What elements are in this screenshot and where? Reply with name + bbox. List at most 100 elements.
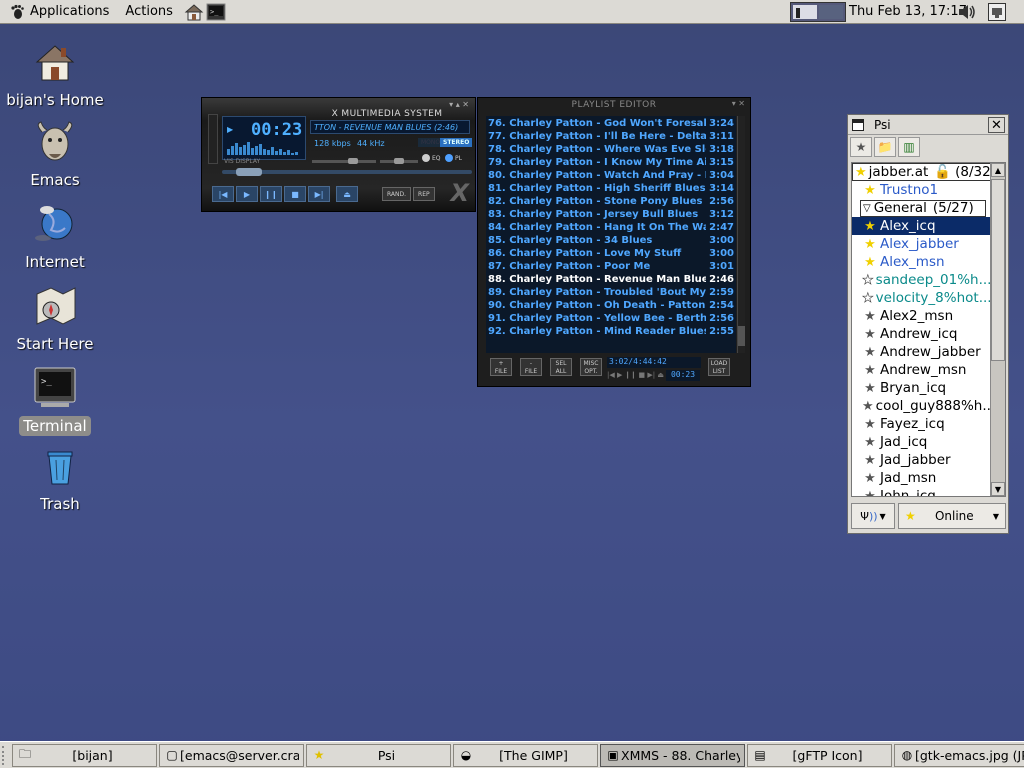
contact-row[interactable]: ★ cool_guy888%h...: [852, 397, 991, 415]
contact-row[interactable]: ★ Andrew_msn: [852, 361, 991, 379]
psi-window[interactable]: Psi ✕ ★ 📁 ▥ ★ jabber.at 🔓 (8/32 ★ Trustn…: [847, 114, 1009, 534]
misc-options-button[interactable]: MISC OPT.: [580, 358, 602, 376]
desktop-icon-start-here[interactable]: Start Here: [0, 282, 110, 354]
workspace-1[interactable]: [793, 5, 817, 19]
contact-row[interactable]: ★ velocity_8%hot...: [852, 289, 991, 307]
playlist-row[interactable]: 79. Charley Patton - I Know My Time Ain'…: [486, 156, 736, 169]
add-contact-button[interactable]: 📁: [874, 137, 896, 157]
playlist-row[interactable]: 81. Charley Patton - High Sheriff Blues 3…: [486, 182, 736, 195]
close-button[interactable]: ✕: [988, 117, 1005, 133]
playlist-row[interactable]: 84. Charley Patton - Hang It On The Wall…: [486, 221, 736, 234]
psi-titlebar[interactable]: Psi ✕: [848, 115, 1008, 135]
xmms-time[interactable]: 00:23: [251, 120, 302, 140]
contact-roster[interactable]: ★ jabber.at 🔓 (8/32 ★ Trustno1 ▽ General…: [851, 162, 1006, 497]
desktop-icon-home[interactable]: bijan's Home: [0, 38, 110, 110]
pause-button[interactable]: ❙❙: [260, 186, 282, 202]
playlist-row[interactable]: 86. Charley Patton - Love My Stuff 3:00: [486, 247, 736, 260]
contact-row[interactable]: ★ Bryan_icq: [852, 379, 991, 397]
previous-button[interactable]: |◀: [212, 186, 234, 202]
home-launcher-icon[interactable]: [183, 1, 205, 23]
next-button[interactable]: ▶|: [308, 186, 330, 202]
workspace-switcher[interactable]: [790, 2, 846, 22]
contact-row[interactable]: ★ Trustno1: [852, 181, 991, 199]
playlist-list[interactable]: 76. Charley Patton - God Won't Foresake …: [486, 116, 736, 353]
add-file-button[interactable]: + FILE: [490, 358, 512, 376]
contact-row[interactable]: ★ Alex2_msn: [852, 307, 991, 325]
playlist-row[interactable]: 92. Charley Patton - Mind Reader Blues -…: [486, 325, 736, 338]
desktop-icon-trash[interactable]: Trash: [5, 442, 115, 514]
playlist-mini-controls[interactable]: |◀ ▶ ❙❙ ■ ▶| ⏏: [607, 371, 664, 379]
seek-bar[interactable]: [222, 168, 472, 176]
balance-slider[interactable]: [380, 158, 418, 164]
play-button[interactable]: ▶: [236, 186, 258, 202]
desktop-icon-emacs[interactable]: Emacs: [0, 118, 110, 190]
shuffle-button[interactable]: RAND.: [382, 187, 412, 201]
playlist-row[interactable]: 83. Charley Patton - Jersey Bull Blues 3:…: [486, 208, 736, 221]
network-monitor-icon[interactable]: [988, 3, 1006, 21]
events-button[interactable]: ▥: [898, 137, 920, 157]
clock[interactable]: Thu Feb 13, 17:17: [849, 4, 967, 19]
contact-row[interactable]: ★ Alex_jabber: [852, 235, 991, 253]
show-offline-button[interactable]: ★: [850, 137, 872, 157]
taskbar-button[interactable]: ▢ [emacs@server.cras: [159, 743, 304, 767]
volume-slider[interactable]: [312, 158, 376, 164]
psi-main-menu-button[interactable]: Ψ)) ▼: [851, 503, 895, 529]
volume-knob[interactable]: [348, 158, 358, 164]
terminal-launcher-icon[interactable]: >_: [205, 1, 227, 23]
taskbar-button[interactable]: ★ Psi: [306, 743, 451, 767]
contact-row[interactable]: ★ Fayez_icq: [852, 415, 991, 433]
playlist-row[interactable]: 80. Charley Patton - Watch And Pray - De…: [486, 169, 736, 182]
playlist-scrollbar[interactable]: [737, 116, 745, 353]
contact-row[interactable]: ★ Andrew_jabber: [852, 343, 991, 361]
playlist-row[interactable]: 76. Charley Patton - God Won't Foresake …: [486, 117, 736, 130]
playlist-row[interactable]: 89. Charley Patton - Troubled 'Bout My M…: [486, 286, 736, 299]
applications-menu[interactable]: Applications: [0, 0, 117, 24]
contact-row[interactable]: ★ Andrew_icq: [852, 325, 991, 343]
contact-row[interactable]: ★ Jad_jabber: [852, 451, 991, 469]
actions-menu[interactable]: Actions: [117, 0, 181, 24]
group-row[interactable]: ▽ General (5/27): [852, 199, 991, 217]
desktop-icon-terminal[interactable]: >_ Terminal: [0, 364, 110, 436]
balance-knob[interactable]: [394, 158, 404, 164]
contact-row[interactable]: ★ John_icq: [852, 487, 991, 496]
status-selector[interactable]: ★ Online ▼: [898, 503, 1006, 529]
song-ticker[interactable]: TTON - REVENUE MAN BLUES (2:46): [310, 120, 470, 134]
select-all-button[interactable]: SEL ALL: [550, 358, 572, 376]
xmms-window-buttons[interactable]: ▾ ▴ ✕: [449, 100, 469, 109]
xmms-visualizer[interactable]: [227, 141, 298, 155]
playlist-row[interactable]: 82. Charley Patton - Stone Pony Blues 2:5…: [486, 195, 736, 208]
load-list-button[interactable]: LOAD LIST: [708, 358, 730, 376]
taskbar-button[interactable]: 🗀 [bijan]: [12, 743, 157, 767]
account-row[interactable]: ★ jabber.at 🔓 (8/32: [852, 163, 991, 181]
xmms-main-window[interactable]: X MULTIMEDIA SYSTEM ▾ ▴ ✕ ▶ 00:23 VIS DI…: [201, 97, 476, 212]
remove-file-button[interactable]: - FILE: [520, 358, 542, 376]
playlist-row[interactable]: 91. Charley Patton - Yellow Bee - Bertha…: [486, 312, 736, 325]
playlist-row[interactable]: 77. Charley Patton - I'll Be Here - Delt…: [486, 130, 736, 143]
playlist-scroll-knob[interactable]: [738, 326, 745, 346]
playlist-row[interactable]: 85. Charley Patton - 34 Blues 3:00: [486, 234, 736, 247]
contact-row[interactable]: ★ Alex_icq: [852, 217, 991, 235]
roster-scroll-knob[interactable]: [991, 179, 1005, 361]
xmms-clutterbar[interactable]: [208, 114, 218, 164]
contact-row[interactable]: ★ sandeep_01%h...: [852, 271, 991, 289]
playlist-editor-window[interactable]: PLAYLIST EDITOR ▾ ✕ 76. Charley Patton -…: [477, 97, 751, 387]
playlist-row[interactable]: 90. Charley Patton - Oh Death - Patton A…: [486, 299, 736, 312]
taskbar-button[interactable]: ◍[gtk-emacs.jpg (JPEG: [894, 743, 1024, 767]
desktop-icon-internet[interactable]: Internet: [0, 200, 110, 272]
eject-button[interactable]: ⏏: [336, 186, 358, 202]
taskbar-button[interactable]: ▣ XMMS - 88. Charley: [600, 743, 745, 767]
taskbar-button[interactable]: ◒ [The GIMP]: [453, 743, 598, 767]
playlist-window-buttons[interactable]: ▾ ✕: [732, 99, 745, 108]
playlist-row[interactable]: 78. Charley Patton - Where Was Eve Slee.…: [486, 143, 736, 156]
window-menu-icon[interactable]: [852, 118, 864, 131]
volume-icon[interactable]: [956, 2, 978, 22]
workspace-2[interactable]: [819, 5, 843, 19]
scroll-up-icon[interactable]: ▲: [991, 163, 1005, 177]
playlist-row[interactable]: 88. Charley Patton - Revenue Man Blues 2:…: [486, 273, 736, 286]
taskbar-button[interactable]: ▤ [gFTP Icon]: [747, 743, 892, 767]
eq-toggle[interactable]: EQ: [422, 154, 441, 162]
repeat-button[interactable]: REP: [413, 187, 435, 201]
seek-knob[interactable]: [236, 168, 262, 176]
scroll-down-icon[interactable]: ▼: [991, 482, 1005, 496]
contact-row[interactable]: ★ Alex_msn: [852, 253, 991, 271]
